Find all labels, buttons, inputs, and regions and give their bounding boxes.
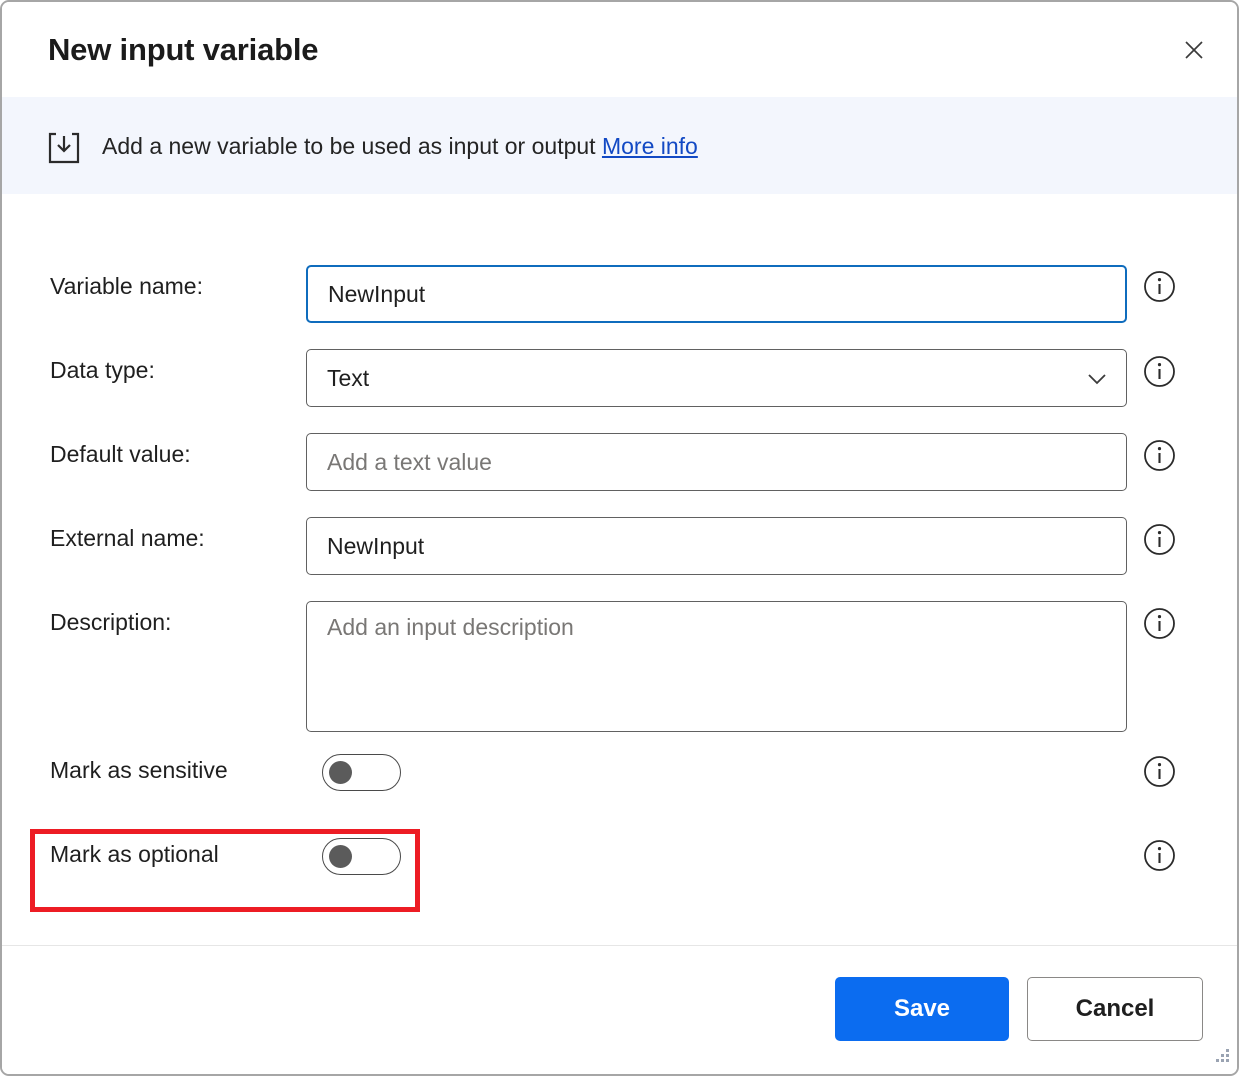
mark-as-sensitive-info-icon[interactable] bbox=[1143, 755, 1176, 788]
mark-as-optional-toggle[interactable] bbox=[322, 838, 401, 875]
resize-grip-icon[interactable] bbox=[1209, 1046, 1231, 1068]
mark-as-optional-label: Mark as optional bbox=[50, 841, 219, 867]
chevron-down-icon bbox=[1088, 374, 1106, 385]
dialog-footer: Save Cancel bbox=[2, 945, 1237, 1074]
input-download-icon bbox=[48, 132, 80, 164]
save-button[interactable]: Save bbox=[835, 977, 1009, 1041]
close-icon bbox=[1185, 41, 1203, 59]
dialog-titlebar: New input variable bbox=[2, 2, 1237, 97]
mark-as-optional-info-icon[interactable] bbox=[1143, 839, 1176, 872]
info-banner: Add a new variable to be used as input o… bbox=[2, 97, 1237, 194]
banner-text-wrap: Add a new variable to be used as input o… bbox=[102, 128, 698, 164]
close-button[interactable] bbox=[1171, 28, 1217, 72]
default-value-label: Default value: bbox=[50, 441, 191, 467]
data-type-value: Text bbox=[327, 365, 370, 391]
variable-name-input[interactable] bbox=[306, 265, 1127, 323]
description-textarea[interactable] bbox=[306, 601, 1127, 732]
toggle-knob bbox=[329, 845, 352, 868]
data-type-label: Data type: bbox=[50, 357, 155, 383]
variable-name-info-icon[interactable] bbox=[1143, 270, 1176, 303]
external-name-label: External name: bbox=[50, 525, 205, 551]
mark-as-sensitive-toggle[interactable] bbox=[322, 754, 401, 791]
cancel-button[interactable]: Cancel bbox=[1027, 977, 1203, 1041]
default-value-input[interactable] bbox=[306, 433, 1127, 491]
page-title: New input variable bbox=[48, 32, 319, 67]
more-info-link[interactable]: More info bbox=[602, 133, 698, 159]
mark-as-sensitive-label: Mark as sensitive bbox=[50, 757, 228, 783]
toggle-knob bbox=[329, 761, 352, 784]
new-input-variable-dialog: New input variable Add a new variable to… bbox=[0, 0, 1239, 1076]
external-name-info-icon[interactable] bbox=[1143, 523, 1176, 556]
form-area: Variable name: Data type: Text Default v… bbox=[2, 194, 1237, 945]
variable-name-label: Variable name: bbox=[50, 273, 203, 299]
external-name-input[interactable] bbox=[306, 517, 1127, 575]
data-type-info-icon[interactable] bbox=[1143, 355, 1176, 388]
description-info-icon[interactable] bbox=[1143, 607, 1176, 640]
data-type-select[interactable]: Text bbox=[306, 349, 1127, 407]
description-label: Description: bbox=[50, 609, 172, 635]
default-value-info-icon[interactable] bbox=[1143, 439, 1176, 472]
banner-message: Add a new variable to be used as input o… bbox=[102, 133, 596, 159]
